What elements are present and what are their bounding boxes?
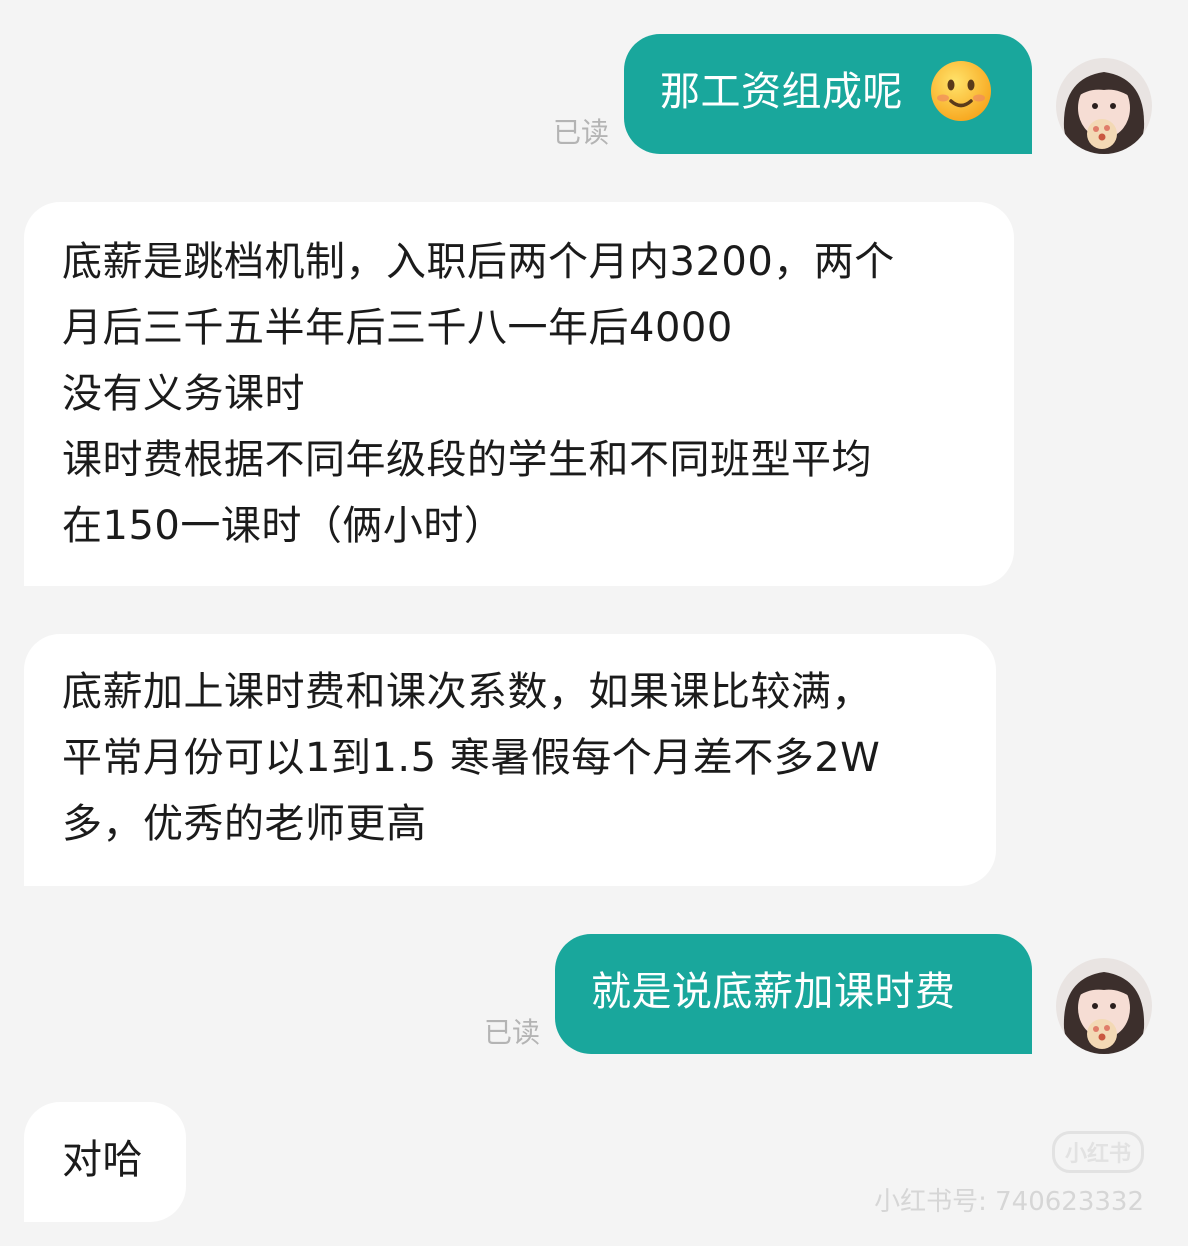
outgoing-message-bubble[interactable]: 那工资组成呢 bbox=[624, 34, 1032, 154]
incoming-message-bubble[interactable]: 底薪是跳档机制，入职后两个月内3200，两个 月后三千五半年后三千八一年后400… bbox=[24, 202, 1014, 586]
watermark-id: 小红书号: 740623332 bbox=[874, 1187, 1144, 1217]
message-text-line: 多，优秀的老师更高 bbox=[62, 801, 427, 847]
message-text-line: 平常月份可以1到1.5 寒暑假每个月差不多2W bbox=[62, 735, 881, 781]
message-text: 就是说底薪加课时费 bbox=[591, 969, 956, 1015]
smiling-face-emoji-icon bbox=[931, 61, 991, 121]
incoming-message-bubble[interactable]: 对哈 bbox=[24, 1102, 186, 1222]
message-text: 那工资组成呢 bbox=[660, 69, 903, 115]
watermark-logo: 小红书 bbox=[1051, 1131, 1144, 1173]
avatar-photo-icon bbox=[1056, 958, 1152, 1054]
message-text-line: 没有义务课时 bbox=[62, 371, 305, 417]
user-avatar[interactable] bbox=[1056, 58, 1152, 154]
message-text-line: 底薪加上课时费和课次系数，如果课比较满， bbox=[62, 669, 872, 715]
message-text-line: 对哈 bbox=[62, 1137, 143, 1183]
avatar-photo-icon bbox=[1056, 58, 1152, 154]
message-text-line: 月后三千五半年后三千八一年后4000 bbox=[62, 305, 733, 351]
incoming-message-bubble[interactable]: 底薪加上课时费和课次系数，如果课比较满， 平常月份可以1到1.5 寒暑假每个月差… bbox=[24, 634, 996, 886]
watermark: 小红书 小红书号: 740623332 bbox=[874, 1131, 1144, 1218]
message-text-line: 课时费根据不同年级段的学生和不同班型平均 bbox=[62, 437, 872, 483]
user-avatar[interactable] bbox=[1056, 958, 1152, 1054]
message-text-line: 在150一课时（俩小时） bbox=[62, 503, 505, 549]
read-status: 已读 bbox=[553, 116, 610, 149]
read-status: 已读 bbox=[484, 1016, 541, 1049]
outgoing-message-bubble[interactable]: 就是说底薪加课时费 bbox=[555, 934, 1032, 1054]
message-text-line: 底薪是跳档机制，入职后两个月内3200，两个 bbox=[62, 239, 895, 285]
